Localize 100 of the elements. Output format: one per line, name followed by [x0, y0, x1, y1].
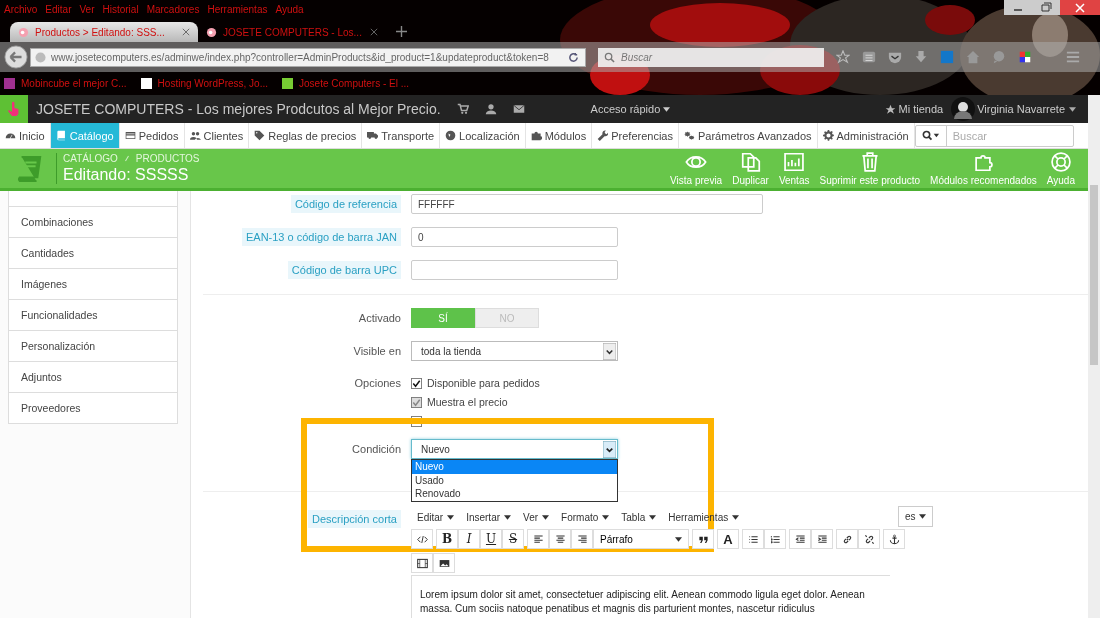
nav-tab[interactable]: Parámetros Avanzados: [679, 123, 818, 148]
outdent-icon: [794, 533, 806, 545]
dropdown-option[interactable]: Renovado: [412, 487, 617, 501]
quick-access-menu[interactable]: Acceso rápido: [590, 103, 671, 115]
close-icon[interactable]: [1060, 0, 1100, 15]
film-icon: [416, 557, 428, 569]
sidebar-item[interactable]: Funcionalidades: [8, 300, 178, 331]
user-menu[interactable]: Virginia Navarrete: [977, 103, 1076, 115]
gauge-icon: [5, 130, 16, 141]
browser-tab[interactable]: JOSETE COMPUTERS - Los...: [198, 22, 386, 42]
reference-field[interactable]: FFFFFF: [411, 194, 763, 214]
code-button[interactable]: [411, 529, 433, 549]
editor-menu[interactable]: Ver: [523, 511, 550, 523]
image-button[interactable]: [433, 553, 455, 573]
gear-icon: [822, 130, 834, 141]
dropdown-option[interactable]: Usado: [412, 473, 617, 487]
dropdown-arrow-icon: [603, 342, 616, 360]
condition-select[interactable]: Nuevo: [411, 439, 618, 459]
bookmark[interactable]: Josete Computers - El ...: [282, 78, 410, 89]
nav-tab[interactable]: Módulos: [525, 123, 593, 148]
format-select[interactable]: Párrafo: [593, 529, 689, 549]
menu-item[interactable]: Archivo: [4, 3, 38, 15]
caret-icon: [504, 514, 512, 520]
caret-icon: [447, 514, 455, 520]
editor-menu[interactable]: Editar: [417, 511, 455, 523]
anchor-icon: [888, 533, 900, 545]
text-color-button[interactable]: A: [717, 529, 739, 549]
align-left-button[interactable]: [527, 529, 549, 549]
menu-item[interactable]: Marcadores: [146, 3, 200, 15]
reload-icon[interactable]: [568, 51, 579, 63]
menu-item[interactable]: Editar: [45, 3, 72, 15]
bullet-list-button[interactable]: [742, 529, 764, 549]
menu-item[interactable]: Ayuda: [275, 3, 304, 15]
shop-title[interactable]: JOSETE COMPUTERS - Los mejores Prodcutos al Mejor Precio.: [36, 101, 441, 117]
link-button[interactable]: [836, 529, 858, 549]
format-button[interactable]: B: [436, 529, 458, 549]
pocket-icon[interactable]: [888, 50, 902, 64]
plus-icon[interactable]: [396, 26, 407, 37]
anchor-button[interactable]: [883, 529, 905, 549]
video-button[interactable]: [411, 553, 433, 573]
nav-tab[interactable]: Transporte: [362, 123, 441, 148]
format-button[interactable]: S: [502, 529, 524, 549]
format-button[interactable]: I: [458, 529, 480, 549]
avatar[interactable]: [951, 97, 976, 121]
numbered-list-button[interactable]: [764, 529, 786, 549]
align-center-icon: [554, 533, 566, 545]
format-button[interactable]: U: [480, 529, 502, 549]
code-icon: [416, 533, 428, 545]
back-icon[interactable]: [4, 45, 28, 69]
minimize-icon[interactable]: [1004, 0, 1032, 15]
unlink-button[interactable]: [858, 529, 880, 549]
bookmark[interactable]: Hosting WordPress, Jo...: [140, 78, 269, 89]
scrollbar[interactable]: [1088, 95, 1100, 618]
my-shop-link[interactable]: Mi tienda: [884, 103, 944, 115]
editor-menu[interactable]: Formato: [561, 511, 610, 523]
envelope-icon[interactable]: [512, 103, 525, 115]
sidebar-item[interactable]: Adjuntos: [8, 362, 178, 393]
outdent-button[interactable]: [789, 529, 811, 549]
visibility-select[interactable]: toda la tienda: [411, 341, 618, 361]
nav-tab[interactable]: Localización: [440, 123, 526, 148]
nav-tab[interactable]: Clientes: [184, 123, 250, 148]
sidebar-item[interactable]: Imágenes: [8, 269, 178, 300]
list-icon[interactable]: [862, 50, 876, 64]
bookmark[interactable]: Mobincube el mejor C...: [4, 78, 127, 89]
cart-icon[interactable]: [456, 103, 469, 115]
editor-menu[interactable]: Tabla: [621, 511, 657, 523]
align-right-button[interactable]: [571, 529, 593, 549]
nav-tab[interactable]: Preferencias: [592, 123, 679, 148]
blockquote-button[interactable]: [692, 529, 714, 549]
menu-item[interactable]: Herramientas: [207, 3, 268, 15]
nav-tab[interactable]: Administración: [817, 123, 915, 148]
close-icon[interactable]: [182, 28, 190, 36]
menu-item[interactable]: Ver: [79, 3, 95, 15]
language-button[interactable]: es: [898, 506, 933, 527]
addon-icon[interactable]: [1018, 50, 1032, 64]
wrench-icon: [597, 130, 609, 141]
book-icon: [16, 154, 44, 183]
sidebar-item[interactable]: Proveedores: [8, 393, 178, 424]
menu-item[interactable]: Historial: [102, 3, 139, 15]
close-icon[interactable]: [370, 28, 378, 36]
checkbox[interactable]: [411, 377, 422, 389]
upc-field[interactable]: [411, 260, 618, 280]
indent-button[interactable]: [811, 529, 833, 549]
chart-icon: [783, 151, 806, 173]
align-center-button[interactable]: [549, 529, 571, 549]
editor-menu[interactable]: Insertar: [466, 511, 512, 523]
dropdown-option[interactable]: Nuevo: [412, 460, 617, 474]
sidebar-item[interactable]: Combinaciones: [8, 207, 178, 238]
nav-tab[interactable]: Reglas de precios: [249, 123, 363, 148]
sidebar-item[interactable]: Personalización: [8, 331, 178, 362]
nav-tab[interactable]: Pedidos: [119, 123, 185, 148]
ean-field[interactable]: 0: [411, 227, 618, 247]
nav-tab[interactable]: Inicio: [0, 123, 51, 148]
star-icon[interactable]: [836, 50, 850, 64]
editor-area[interactable]: Lorem ipsum dolor sit amet, consectetuer adipiscing elit. Aenean commodo ligula eget dolor. Aenean massa. Cum sociis natoque penatibus et magnis dis parturient montes, nascetur ridiculus: [411, 575, 890, 618]
numbered-list-icon: [769, 533, 781, 545]
sidebar-item[interactable]: Cantidades: [8, 238, 178, 269]
page-title: Editando: SSSSS: [63, 166, 190, 184]
browser-tab[interactable]: Productos > Editando: SSS...: [10, 22, 198, 42]
user-icon[interactable]: [484, 103, 497, 115]
